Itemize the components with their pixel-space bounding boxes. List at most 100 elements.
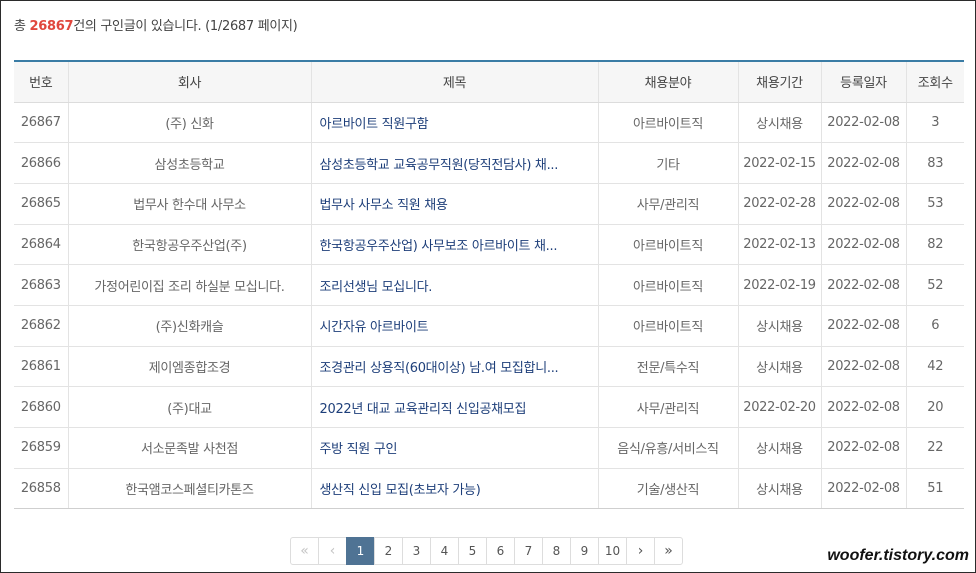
header-period: 채용기간 (737, 60, 821, 103)
cell-field: 사무/관리직 (597, 386, 738, 428)
cell-title-link[interactable]: 생산직 신입 모집(초보자 가능) (310, 468, 598, 510)
table-row[interactable]: 26858 한국앰코스페셜티카톤즈 생산직 신입 모집(초보자 가능) 기술/생산직 상… (14, 468, 964, 510)
cell-date: 2022-02-08 (820, 305, 906, 347)
page-button-5[interactable]: 5 (458, 537, 487, 565)
cell-title-link[interactable]: 아르바이트 직원구함 (310, 102, 598, 144)
cell-date: 2022-02-08 (820, 102, 906, 144)
cell-period: 2022-02-13 (737, 224, 821, 266)
page-button-3[interactable]: 3 (402, 537, 431, 565)
cell-field: 음식/유흥/서비스직 (597, 427, 738, 469)
table-header: 번호 회사 제목 채용분야 채용기간 등록일자 조회수 (14, 60, 964, 103)
table-row[interactable]: 26863 가정어린이집 조리 하실분 모십니다. 조리선생님 모십니다. 아르바이트… (14, 264, 964, 306)
next-page-button[interactable]: › (626, 537, 655, 565)
page-button-9[interactable]: 9 (570, 537, 599, 565)
cell-title-link[interactable]: 조리선생님 모십니다. (310, 264, 598, 306)
cell-company: 서소문족발 사천점 (67, 427, 311, 469)
page-button-6[interactable]: 6 (486, 537, 515, 565)
cell-title-link[interactable]: 2022년 대교 교육관리직 신입공채모집 (310, 386, 598, 428)
page-button-8[interactable]: 8 (542, 537, 571, 565)
table-body: 26867 (주) 신화 아르바이트 직원구함 아르바이트직 상시채용 2022-02-0… (14, 102, 964, 510)
cell-date: 2022-02-08 (820, 224, 906, 266)
cell-company: 법무사 한수대 사무소 (67, 183, 311, 225)
cell-title-link[interactable]: 조경관리 상용직(60대이상) 남.여 모집합니... (310, 346, 598, 388)
watermark: woofer.tistory.com (827, 547, 969, 564)
table-row[interactable]: 26867 (주) 신화 아르바이트 직원구함 아르바이트직 상시채용 2022-02-0… (14, 102, 964, 144)
cell-title-link[interactable]: 법무사 사무소 직원 채용 (310, 183, 598, 225)
page-button-10[interactable]: 10 (598, 537, 627, 565)
cell-no: 26860 (14, 386, 68, 428)
table-row[interactable]: 26866 삼성초등학교 삼성초등학교 교육공무직원(당직전담사) 채... 기타 20… (14, 142, 964, 184)
table-row[interactable]: 26860 (주)대교 2022년 대교 교육관리직 신입공채모집 사무/관리직 202… (14, 386, 964, 428)
cell-no: 26859 (14, 427, 68, 469)
cell-date: 2022-02-08 (820, 183, 906, 225)
table-row[interactable]: 26861 제이엠종합조경 조경관리 상용직(60대이상) 남.여 모집합니... 전… (14, 346, 964, 388)
cell-no: 26861 (14, 346, 68, 388)
cell-views: 42 (905, 346, 964, 388)
cell-field: 아르바이트직 (597, 102, 738, 144)
header-row: 번호 회사 제목 채용분야 채용기간 등록일자 조회수 (14, 60, 964, 103)
cell-no: 26858 (14, 468, 68, 510)
cell-views: 3 (905, 102, 964, 144)
header-field: 채용분야 (597, 60, 738, 103)
cell-views: 52 (905, 264, 964, 306)
cell-views: 83 (905, 142, 964, 184)
cell-period: 2022-02-19 (737, 264, 821, 306)
cell-title-link[interactable]: 시간자유 아르바이트 (310, 305, 598, 347)
cell-views: 53 (905, 183, 964, 225)
cell-company: 한국항공우주산업(주) (67, 224, 311, 266)
header-company: 회사 (67, 60, 311, 103)
cell-views: 82 (905, 224, 964, 266)
table-row[interactable]: 26864 한국항공우주산업(주) 한국항공우주산업) 사무보조 아르바이트 채..… (14, 224, 964, 266)
table-row[interactable]: 26859 서소문족발 사천점 주방 직원 구인 음식/유흥/서비스직 상시채용 2022… (14, 427, 964, 469)
page-frame: 총 26867건의 구인글이 있습니다. (1/2687 페이지) 번호 회사 제목… (0, 0, 976, 573)
cell-field: 전문/특수직 (597, 346, 738, 388)
cell-date: 2022-02-08 (820, 264, 906, 306)
cell-company: (주) 신화 (67, 102, 311, 144)
cell-field: 아르바이트직 (597, 264, 738, 306)
cell-field: 아르바이트직 (597, 224, 738, 266)
summary-prefix: 총 (14, 19, 30, 34)
page-button-2[interactable]: 2 (374, 537, 403, 565)
cell-title-link[interactable]: 주방 직원 구인 (310, 427, 598, 469)
header-date: 등록일자 (820, 60, 906, 103)
cell-field: 사무/관리직 (597, 183, 738, 225)
page-button-1[interactable]: 1 (346, 537, 375, 565)
cell-field: 아르바이트직 (597, 305, 738, 347)
summary-suffix: 건의 구인글이 있습니다. (1/2687 페이지) (73, 19, 298, 34)
page-button-4[interactable]: 4 (430, 537, 459, 565)
cell-company: 가정어린이집 조리 하실분 모십니다. (67, 264, 311, 306)
cell-period: 2022-02-28 (737, 183, 821, 225)
cell-company: 한국앰코스페셜티카톤즈 (67, 468, 311, 510)
job-listing-table: 번호 회사 제목 채용분야 채용기간 등록일자 조회수 26867 (주) 신화 아르바이트 직… (14, 60, 964, 510)
cell-views: 20 (905, 386, 964, 428)
cell-date: 2022-02-08 (820, 427, 906, 469)
cell-title-link[interactable]: 삼성초등학교 교육공무직원(당직전담사) 채... (310, 142, 598, 184)
page-button-7[interactable]: 7 (514, 537, 543, 565)
first-page-button: « (290, 537, 319, 565)
cell-field: 기술/생산직 (597, 468, 738, 510)
cell-field: 기타 (597, 142, 738, 184)
cell-date: 2022-02-08 (820, 346, 906, 388)
cell-no: 26865 (14, 183, 68, 225)
header-title: 제목 (310, 60, 598, 103)
cell-no: 26862 (14, 305, 68, 347)
header-no: 번호 (14, 60, 68, 103)
cell-date: 2022-02-08 (820, 142, 906, 184)
cell-title-link[interactable]: 한국항공우주산업) 사무보조 아르바이트 채... (310, 224, 598, 266)
cell-period: 상시채용 (737, 346, 821, 388)
cell-company: 제이엠종합조경 (67, 346, 311, 388)
cell-no: 26867 (14, 102, 68, 144)
cell-period: 상시채용 (737, 305, 821, 347)
cell-company: 삼성초등학교 (67, 142, 311, 184)
cell-views: 51 (905, 468, 964, 510)
result-summary: 총 26867건의 구인글이 있습니다. (1/2687 페이지) (14, 15, 298, 34)
total-count: 26867 (29, 19, 74, 34)
cell-no: 26864 (14, 224, 68, 266)
table-row[interactable]: 26862 (주)신화캐슬 시간자유 아르바이트 아르바이트직 상시채용 2022-02-… (14, 305, 964, 347)
cell-no: 26866 (14, 142, 68, 184)
prev-page-button: ‹ (318, 537, 347, 565)
cell-period: 2022-02-20 (737, 386, 821, 428)
last-page-button[interactable]: » (654, 537, 683, 565)
cell-period: 상시채용 (737, 427, 821, 469)
table-row[interactable]: 26865 법무사 한수대 사무소 법무사 사무소 직원 채용 사무/관리직 2022-… (14, 183, 964, 225)
